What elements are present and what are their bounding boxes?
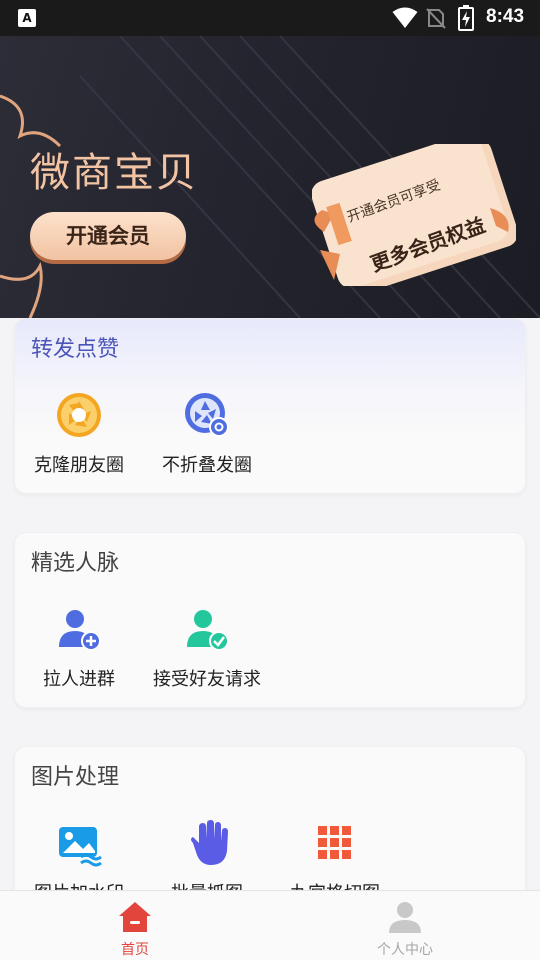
section-title: 图片处理 [31, 765, 120, 790]
member-card-illustration [312, 144, 516, 286]
battery-charging-icon [458, 5, 474, 31]
tool-clone-moments[interactable]: 克隆朋友圈 [15, 377, 143, 493]
home-icon [119, 902, 151, 932]
app-notification-icon: A [18, 9, 36, 27]
user-profile-icon [389, 902, 421, 933]
nav-profile-label: 个人中心 [377, 942, 433, 958]
accept-user-icon [187, 610, 229, 651]
status-bar: A 8:43 [0, 0, 540, 36]
nav-home-label: 首页 [121, 942, 149, 958]
aperture-settings-icon [185, 393, 229, 437]
join-membership-button[interactable]: 开通会员 [30, 212, 186, 260]
tool-label: 不折叠发圈 [162, 455, 252, 476]
tool-label: 克隆朋友圈 [34, 455, 124, 476]
wifi-icon [392, 7, 418, 28]
bottom-navigation: 首页 个人中心 [0, 890, 540, 960]
aperture-icon [57, 393, 101, 437]
section-contacts: 精选人脉 拉人进群 接受好友请求 [14, 532, 526, 708]
member-banner[interactable]: 微商宝贝 开通会员 开通会员可享受 更多会员权益 [0, 36, 540, 318]
section-title: 精选人脉 [31, 551, 120, 576]
tool-label: 拉人进群 [43, 669, 115, 690]
nav-profile[interactable]: 个人中心 [335, 891, 475, 960]
nav-home[interactable]: 首页 [65, 891, 205, 960]
grid-nine-icon [318, 826, 351, 859]
tool-unfolded-post[interactable]: 不折叠发圈 [143, 377, 271, 493]
no-sim-icon [426, 8, 446, 29]
section-title: 转发点赞 [31, 337, 120, 362]
tool-pull-into-group[interactable]: 拉人进群 [15, 591, 143, 707]
tool-accept-friend[interactable]: 接受好友请求 [143, 591, 271, 707]
hand-grab-icon [191, 820, 228, 865]
section-share-like: 转发点赞 克隆朋友圈 不折叠发圈 [14, 318, 526, 494]
image-watermark-icon [59, 827, 102, 867]
tool-label: 接受好友请求 [153, 669, 261, 690]
status-time: 8:43 [486, 6, 525, 27]
brand-title: 微商宝贝 [30, 150, 198, 196]
add-user-icon [59, 610, 101, 651]
